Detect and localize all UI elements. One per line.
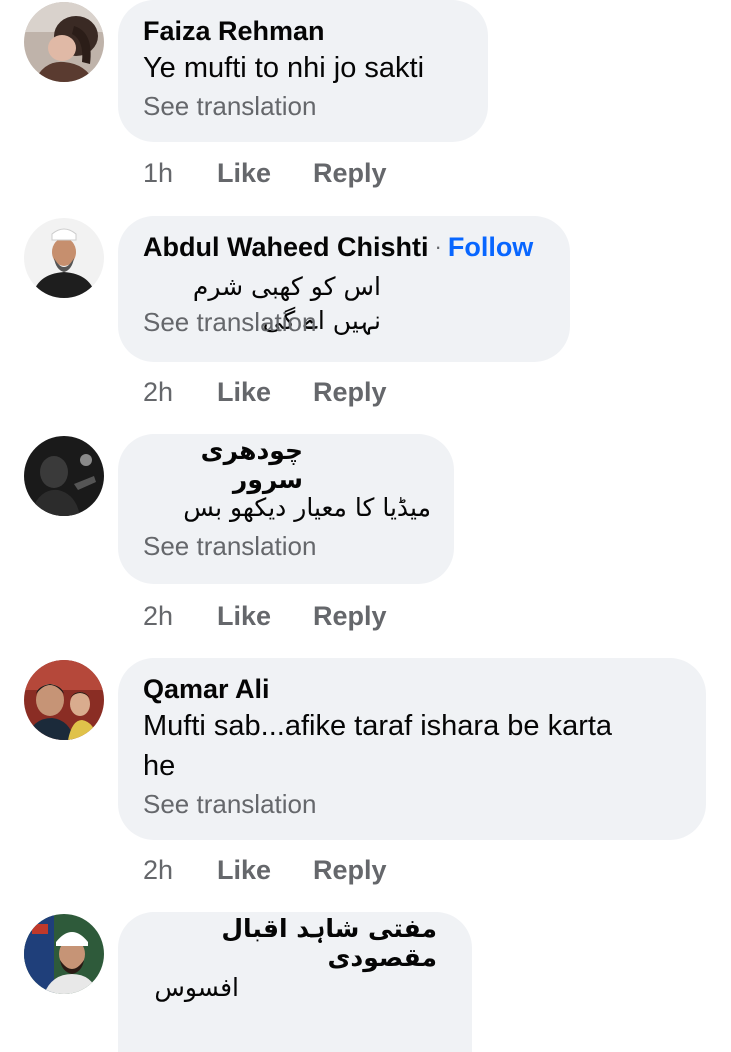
like-button[interactable]: Like xyxy=(217,601,313,632)
comment-actions: 2h Like Reply xyxy=(143,372,387,412)
like-button[interactable]: Like xyxy=(217,377,313,408)
like-button[interactable]: Like xyxy=(217,855,313,886)
commenter-name[interactable]: چودھری سرور xyxy=(143,436,303,494)
profile-photo-icon xyxy=(24,914,104,994)
reply-button[interactable]: Reply xyxy=(313,377,387,408)
avatar[interactable] xyxy=(24,218,104,298)
comment-text: اس کو کھبی شرم نہیں اے گی xyxy=(192,272,381,335)
comment-time[interactable]: 2h xyxy=(143,601,217,632)
avatar[interactable] xyxy=(24,660,104,740)
comment-time[interactable]: 2h xyxy=(143,855,217,886)
comment-text: میڈیا کا معیار دیکھو بس xyxy=(183,493,431,522)
comment-bubble: Abdul Waheed Chishti · Follow اس کو کھبی… xyxy=(118,216,570,362)
commenter-name[interactable]: مفتی شاہد اقبال مقصودی xyxy=(143,914,437,972)
see-translation-link[interactable]: See translation xyxy=(143,786,680,822)
avatar[interactable] xyxy=(24,436,104,516)
reply-button[interactable]: Reply xyxy=(313,158,387,189)
commenter-name[interactable]: Qamar Ali xyxy=(143,674,270,705)
comment-text-line: Mufti sab...afike taraf ishara be karta xyxy=(143,710,613,742)
comment-text: Ye mufti to nhi jo sakti xyxy=(143,52,425,84)
reply-button[interactable]: Reply xyxy=(313,601,387,632)
comment-actions: 2h Like Reply xyxy=(143,850,387,890)
commenter-name[interactable]: Faiza Rehman xyxy=(143,16,325,47)
profile-photo-icon xyxy=(24,660,104,740)
comment: Faiza Rehman Ye mufti to nhi jo sakti Se… xyxy=(0,0,731,200)
comment-text: افسوس xyxy=(154,973,239,1002)
comment-bubble: Faiza Rehman Ye mufti to nhi jo sakti Se… xyxy=(118,0,488,142)
comment: Abdul Waheed Chishti · Follow اس کو کھبی… xyxy=(0,216,731,416)
comment-bubble: Qamar Ali Mufti sab...afike taraf ishara… xyxy=(118,658,706,840)
comment-actions: 1h Like Reply xyxy=(143,153,387,193)
profile-photo-icon xyxy=(24,436,104,516)
comment: Qamar Ali Mufti sab...afike taraf ishara… xyxy=(0,658,731,898)
profile-photo-icon xyxy=(24,218,104,298)
profile-photo-icon xyxy=(24,2,104,82)
avatar[interactable] xyxy=(24,2,104,82)
like-button[interactable]: Like xyxy=(217,158,313,189)
comment: چودھری سرور میڈیا کا معیار دیکھو بس See … xyxy=(0,434,731,644)
comment-text-line: he xyxy=(143,750,176,782)
see-translation-link[interactable]: See translation xyxy=(143,528,428,564)
commenter-name[interactable]: Abdul Waheed Chishti xyxy=(143,232,429,263)
comment: مفتی شاہد اقبال مقصودی افسوس xyxy=(0,912,731,1052)
reply-button[interactable]: Reply xyxy=(313,855,387,886)
comment-time[interactable]: 1h xyxy=(143,158,217,189)
separator-dot: · xyxy=(434,234,442,259)
comment-actions: 2h Like Reply xyxy=(143,596,387,636)
comment-time[interactable]: 2h xyxy=(143,377,217,408)
avatar[interactable] xyxy=(24,914,104,994)
follow-button[interactable]: Follow xyxy=(448,232,533,263)
comment-bubble: چودھری سرور میڈیا کا معیار دیکھو بس See … xyxy=(118,434,454,584)
see-translation-link[interactable]: See translation xyxy=(143,88,462,124)
comment-bubble: مفتی شاہد اقبال مقصودی افسوس xyxy=(118,912,472,1052)
